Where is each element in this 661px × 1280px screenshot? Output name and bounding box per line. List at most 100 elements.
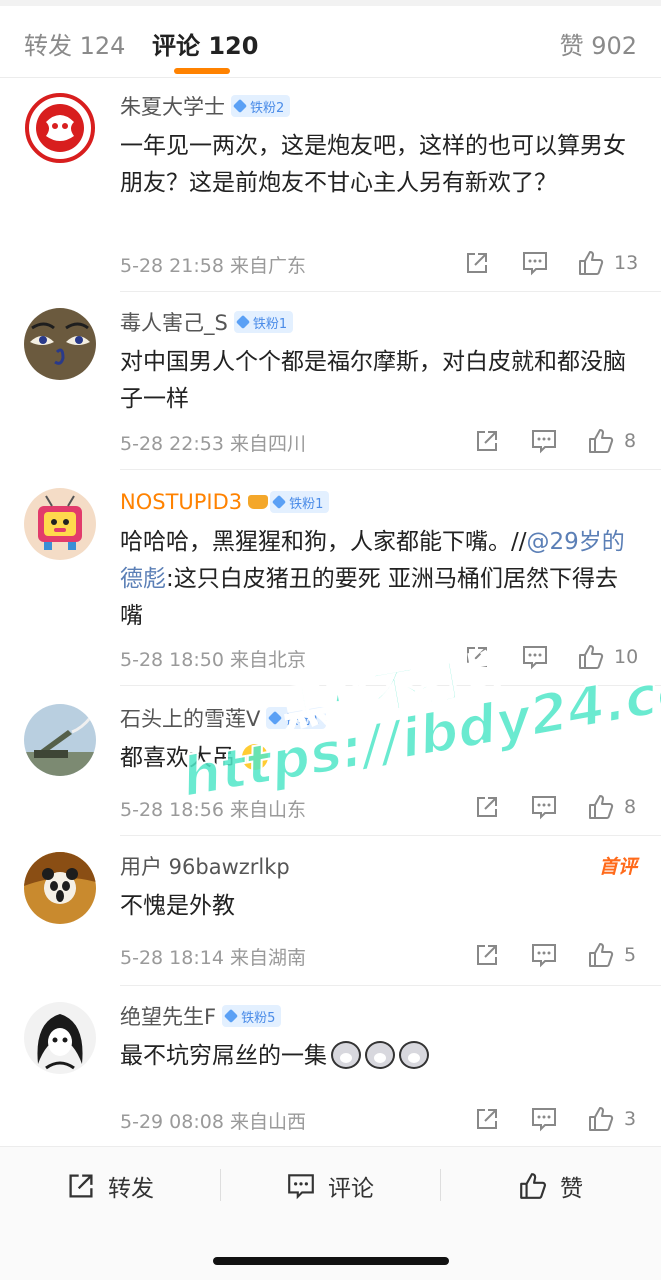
comment-time-location: 5-29 08:08 来自山西 [120,1111,306,1133]
comment-text-part: 最不坑穷屌丝的一集 [120,1043,327,1069]
like-button[interactable]: 8 [587,426,636,456]
fan-badge: 铁粉1 [266,707,326,729]
laughing-emoji-icon [242,744,269,770]
red-tiger-logo-icon [24,92,96,164]
reply-button[interactable] [530,426,558,456]
comment-text: 不愧是外教 [120,893,235,919]
username[interactable]: 朱夏大学士 [120,91,225,121]
comment-body: 朱夏大学士 铁粉2 一年见一两次，这是炮友吧，这样的也可以算男女朋友？这是前炮友… [120,92,638,277]
like-button[interactable]: 3 [587,1104,636,1134]
diamond-icon [235,314,250,330]
reply-button[interactable] [530,792,558,822]
comment-meta: 5-28 21:58 来自广东 13 [120,248,638,278]
separator [440,1169,441,1201]
comment-time-location: 5-28 18:14 来自湖南 [120,947,306,969]
comment-icon [523,252,547,276]
reply-button[interactable] [530,940,558,970]
comment-header: NOSTUPID3 铁粉1 [120,488,637,516]
comment-body: 用户 96bawzrlkp 首评 不愧是外教 5-28 18:14 来自湖南 5 [120,852,637,969]
comment-item: 用户 96bawzrlkp 首评 不愧是外教 5-28 18:14 来自湖南 5 [0,852,661,986]
username[interactable]: 用户 96bawzrlkp [120,851,290,881]
tv-character-icon [24,488,96,560]
avatar[interactable] [24,704,96,776]
like-button[interactable]: 8 [587,792,636,822]
diamond-icon [224,1008,239,1024]
avatar[interactable] [24,488,96,560]
diamond-icon [272,494,287,510]
avatar[interactable] [24,852,96,924]
like-count: 8 [624,430,637,452]
username[interactable]: 石头上的雪莲Ⅴ [120,703,260,733]
reply-button[interactable] [521,642,549,672]
thumbs-up-icon [589,943,614,967]
fan-badge: 铁粉1 [233,311,294,333]
share-icon [467,647,487,667]
like-count: 5 [624,944,637,966]
comment-meta: 5-28 18:56 来自山东 8 [120,792,637,822]
comment-body: 绝望先生F 铁粉5 最不坑穷屌丝的一集 5-29 08:08 来自山西 3 [120,1002,637,1133]
thumbs-up-icon [579,645,604,669]
comment-header: 朱夏大学士 铁粉2 [120,92,637,120]
crown-icon [248,493,269,511]
diamond-icon [268,710,283,726]
comment-icon [523,646,547,670]
repost-button[interactable]: 转发 [66,1169,154,1203]
diamond-icon [232,98,248,114]
fan-badge: 铁粉5 [222,1005,282,1027]
thumbs-up-icon [520,1173,546,1199]
fan-badge-label: 铁粉1 [285,712,320,728]
share-button[interactable] [474,940,500,970]
like-button[interactable]: 10 [577,642,638,672]
anime-girl-icon [24,1002,96,1074]
share-button[interactable] [464,642,490,672]
tab-likes[interactable]: 赞 902 [560,26,637,61]
bottom-action-bar: 转发 评论 赞 [0,1146,661,1280]
comment-header: 用户 96bawzrlkp [120,852,637,880]
like-count: 8 [624,796,637,818]
share-icon [477,797,497,817]
share-button[interactable] [464,248,490,278]
comment-item: 绝望先生F 铁粉5 最不坑穷屌丝的一集 5-29 08:08 来自山西 3 [0,1002,661,1142]
username[interactable]: 毒人害己_S [120,307,228,337]
thumbs-up-icon [589,429,614,453]
like-button[interactable]: 5 [587,940,636,970]
reply-button[interactable] [521,248,549,278]
tab-repost[interactable]: 转发 124 [24,26,125,61]
share-button[interactable] [474,792,500,822]
username[interactable]: NOSTUPID3 [120,490,242,514]
fan-badge: 铁粉2 [231,95,291,117]
comment-icon [288,1174,314,1200]
share-button[interactable] [474,426,500,456]
tab-comments[interactable]: 评论 120 [152,26,258,61]
like-count: 10 [614,646,639,668]
comment-meta: 5-29 08:08 来自山西 3 [120,1104,637,1134]
active-tab-indicator [174,68,230,74]
comment-icon [532,430,556,454]
comment-item: 毒人害己_S 铁粉1 对中国男人个个都是福尔摩斯，对白皮就和都没脑子一样 5-2… [0,308,661,470]
husky-emoji-icon [331,1041,361,1069]
thumbs-up-icon [589,795,614,819]
share-icon [477,945,497,965]
like-post-button[interactable]: 赞 [518,1169,583,1203]
comment-body: NOSTUPID3 铁粉1 哈哈哈，黑猩猩和狗，人家都能下嘴。//@29岁的德彪… [120,488,638,671]
comment-text: 哈哈哈，黑猩猩和狗，人家都能下嘴。//@29岁的德彪:这只白皮猪丑的要死 亚洲马… [120,524,637,635]
divider [120,291,661,292]
comment-icon [532,944,556,968]
comment-text: 最不坑穷屌丝的一集 [120,1038,637,1075]
share-icon [467,253,487,273]
comment-meta: 5-28 18:50 来自北京 10 [120,642,638,672]
comment-item: 朱夏大学士 铁粉2 一年见一两次，这是炮友吧，这样的也可以算男女朋友？这是前炮友… [0,92,661,292]
avatar[interactable] [24,1002,96,1074]
home-indicator[interactable] [213,1257,449,1265]
avatar[interactable] [24,308,96,380]
thumbs-up-icon [579,251,604,275]
like-button[interactable]: 13 [577,248,638,278]
comment-header: 绝望先生F 铁粉5 [120,1002,637,1030]
share-button[interactable] [474,1104,500,1134]
avatar[interactable] [24,92,96,164]
reply-button[interactable] [530,1104,558,1134]
divider [120,685,661,686]
username[interactable]: 绝望先生F [120,1001,216,1031]
comment-label: 评论 [328,1176,374,1202]
comment-button[interactable]: 评论 [286,1169,374,1203]
